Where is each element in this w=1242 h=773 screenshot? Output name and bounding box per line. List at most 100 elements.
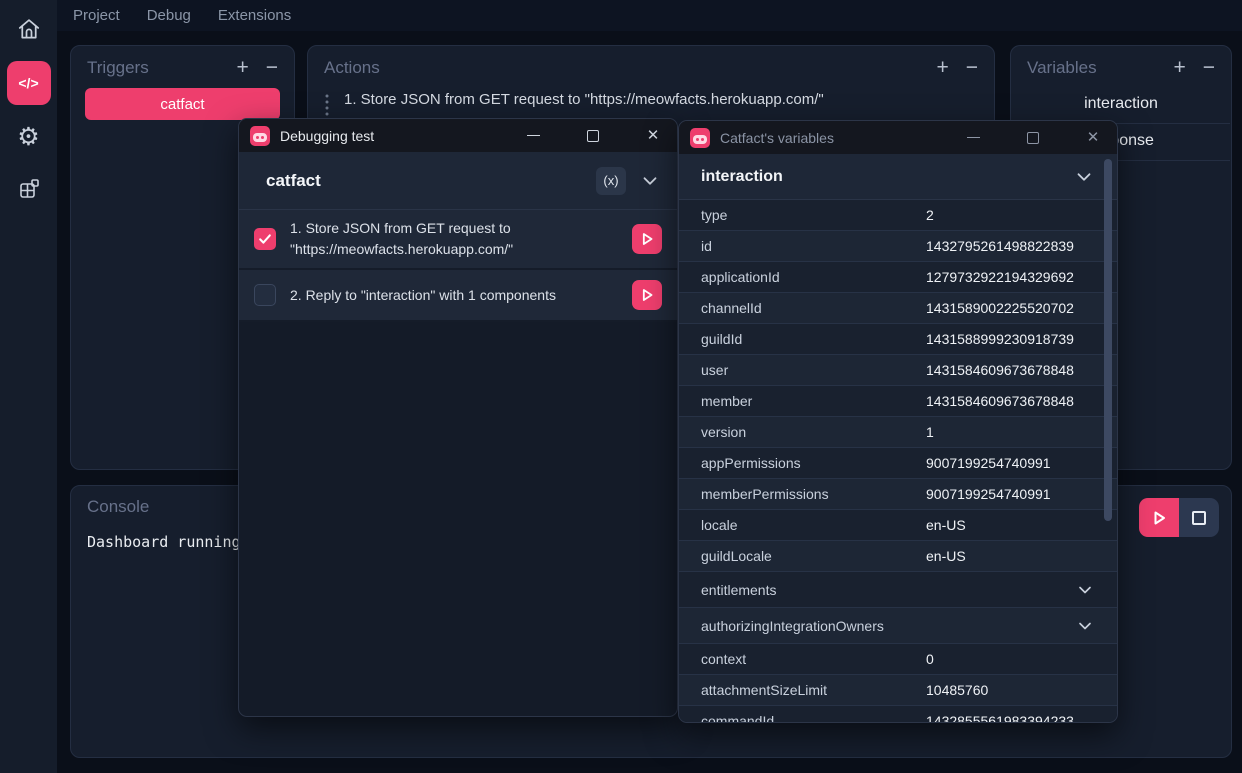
drag-handle-icon[interactable] [325,93,329,121]
variable-value: 1431589002225520702 [926,300,1074,316]
debug-action-label: 1. Store JSON from GET request to "https… [290,218,618,260]
bot-app-icon [690,128,710,148]
variable-group-header[interactable]: interaction [679,154,1117,200]
run-action-button[interactable] [632,224,662,254]
vars-window-title: Catfact's variables [720,130,834,146]
stop-button[interactable] [1179,498,1219,537]
sidebar-item-home[interactable] [7,9,51,49]
trigger-item-catfact[interactable]: catfact [85,88,280,120]
chevron-down-icon[interactable] [639,170,661,192]
debug-action-label: 2. Reply to "interaction" with 1 compone… [290,285,618,306]
variable-value: 1432795261498822839 [926,238,1074,254]
variable-value: 0 [926,651,934,667]
minimize-button[interactable] [953,121,993,154]
minimize-icon [967,137,980,138]
chevron-down-icon[interactable] [1073,166,1095,188]
variable-key: type [701,207,926,223]
debug-action-row: 1. Store JSON from GET request to "https… [239,210,677,270]
variable-key: entitlements [701,582,926,598]
debug-window-titlebar[interactable]: Debugging test ✕ [239,119,677,152]
variable-row: guildLocale en-US [679,541,1117,572]
variable-row: commandId 1432855561983394233 [679,706,1117,723]
variable-key: applicationId [701,269,926,285]
variable-row: version 1 [679,417,1117,448]
variable-value: 2 [926,207,934,223]
maximize-button[interactable] [573,119,613,152]
variable-value: 1 [926,424,934,440]
play-icon [1148,507,1170,529]
scrollbar-thumb[interactable] [1104,159,1112,521]
variable-value: 9007199254740991 [926,455,1051,471]
variable-row: appPermissions 9007199254740991 [679,448,1117,479]
variable-key: user [701,362,926,378]
sidebar-item-code[interactable]: </> [7,61,51,105]
variable-row: authorizingIntegrationOwners [679,608,1117,644]
variable-row: context 0 [679,644,1117,675]
sidebar-item-extensions[interactable] [7,169,51,209]
variable-key: context [701,651,926,667]
run-button[interactable] [1139,498,1179,537]
variables-panel-header: Variables + − [1011,46,1231,87]
close-button[interactable]: ✕ [633,119,673,152]
catfact-variables-window: Catfact's variables ✕ interaction type 2… [678,120,1118,723]
close-button[interactable]: ✕ [1073,121,1113,154]
variable-value: 1432855561983394233 [926,713,1074,723]
code-icon: </> [18,75,38,91]
variable-key: locale [701,517,926,533]
sidebar-item-settings[interactable]: ⚙ [7,117,51,157]
maximize-button[interactable] [1013,121,1053,154]
add-variable-button[interactable]: + [1173,57,1185,78]
action-checkbox[interactable] [254,284,276,306]
remove-action-button[interactable]: − [966,57,978,78]
variable-row: type 2 [679,200,1117,231]
bot-app-icon [250,126,270,146]
variable-row: id 1432795261498822839 [679,231,1117,262]
remove-trigger-button[interactable]: − [266,57,278,78]
variable-row: channelId 1431589002225520702 [679,293,1117,324]
console-panel-title: Console [87,497,149,517]
menu-item[interactable]: Extensions [218,7,291,24]
close-icon: ✕ [1087,130,1100,145]
vars-window-titlebar[interactable]: Catfact's variables ✕ [679,121,1117,154]
variable-key: member [701,393,926,409]
check-icon [257,231,273,247]
add-action-button[interactable]: + [936,57,948,78]
variable-value: 1431584609673678848 [926,362,1074,378]
variable-list-item[interactable]: interaction [1012,87,1230,124]
menu-item[interactable]: Project [73,7,120,24]
debug-action-row: 2. Reply to "interaction" with 1 compone… [239,270,677,322]
variable-value: en-US [926,548,966,564]
variable-key: authorizingIntegrationOwners [701,618,926,634]
minimize-button[interactable] [513,119,553,152]
variable-value: 1431588999230918739 [926,331,1074,347]
variable-key: id [701,238,926,254]
variables-table: type 2 id 1432795261498822839 applicatio… [679,200,1117,723]
run-action-button[interactable] [632,280,662,310]
chevron-down-icon[interactable] [1075,580,1095,600]
chevron-down-icon[interactable] [1075,616,1095,636]
action-list-item[interactable]: 1. Store JSON from GET request to "https… [308,87,994,121]
menu-bar: Project Debug Extensions [57,0,1242,31]
add-trigger-button[interactable]: + [236,57,248,78]
variables-chip-button[interactable]: (x) [596,167,626,195]
remove-variable-button[interactable]: − [1203,57,1215,78]
actions-panel-header: Actions + − [308,46,994,87]
debug-window-title: Debugging test [280,128,374,144]
variable-value: 10485760 [926,682,988,698]
minimize-icon [527,135,540,136]
sidebar: </> ⚙ [0,0,57,773]
variable-key: memberPermissions [701,486,926,502]
gear-icon: ⚙ [17,125,39,150]
run-controls [1139,498,1219,537]
variable-row: user 1431584609673678848 [679,355,1117,386]
variable-key: channelId [701,300,926,316]
variable-value: 9007199254740991 [926,486,1051,502]
stop-icon [1192,511,1206,525]
variables-panel-title: Variables [1027,58,1097,78]
debugging-test-window: Debugging test ✕ catfact (x) 1. Store JS… [238,118,678,717]
variable-row: attachmentSizeLimit 10485760 [679,675,1117,706]
variable-key: attachmentSizeLimit [701,682,926,698]
action-checkbox[interactable] [254,228,276,250]
menu-item[interactable]: Debug [147,7,191,24]
variable-key: appPermissions [701,455,926,471]
